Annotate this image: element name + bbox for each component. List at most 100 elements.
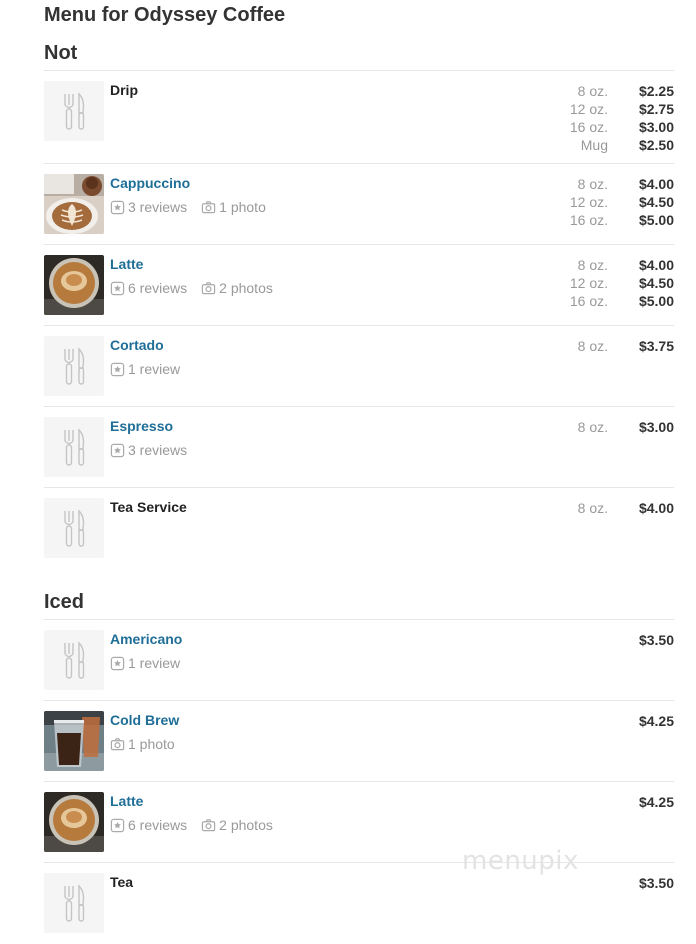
utensils-icon bbox=[44, 81, 104, 141]
price-row: 8 oz. $4.00 bbox=[544, 256, 674, 274]
camera-icon bbox=[201, 818, 216, 831]
item-name[interactable]: Americano bbox=[110, 631, 182, 647]
price-size: 12 oz. bbox=[569, 194, 608, 210]
price-value: $2.25 bbox=[638, 83, 674, 99]
item-prices: 8 oz. $4.00 bbox=[544, 499, 674, 517]
item-name[interactable]: Cortado bbox=[110, 337, 164, 353]
item-meta: 1 review bbox=[110, 361, 194, 377]
utensils-icon bbox=[44, 873, 104, 933]
menu-item-cappuccino: Cappuccino 3 reviews 1 photo 8 oz. $4.00 12 o… bbox=[44, 163, 674, 244]
price-value: $2.50 bbox=[638, 137, 674, 153]
reviews-link[interactable]: 6 reviews bbox=[110, 280, 187, 296]
item-name[interactable]: Latte bbox=[110, 256, 143, 272]
price-row: $3.50 bbox=[544, 631, 674, 649]
photos-link[interactable]: 1 photo bbox=[201, 199, 266, 215]
item-name: Drip bbox=[110, 82, 138, 98]
item-prices: $4.25 bbox=[544, 712, 674, 730]
item-name[interactable]: Cold Brew bbox=[110, 712, 179, 728]
reviews-link[interactable]: 6 reviews bbox=[110, 817, 187, 833]
reviews-count: 6 reviews bbox=[128, 280, 188, 296]
reviews-link[interactable]: 1 review bbox=[110, 655, 180, 671]
menu-item-latte: Latte 6 reviews 2 photos $4.25 bbox=[44, 781, 674, 862]
item-prices: $3.50 bbox=[544, 631, 674, 649]
star-badge-icon bbox=[110, 281, 125, 295]
price-row: 8 oz. $4.00 bbox=[544, 175, 674, 193]
item-name[interactable]: Espresso bbox=[110, 418, 173, 434]
price-value: $4.00 bbox=[638, 176, 674, 192]
price-value: $3.50 bbox=[638, 875, 674, 891]
price-row: 16 oz. $5.00 bbox=[544, 211, 674, 229]
utensils-icon bbox=[44, 630, 104, 690]
latte-photo bbox=[44, 255, 104, 315]
item-photo[interactable] bbox=[44, 174, 104, 234]
menu-item-drip: Drip 8 oz. $2.25 12 oz. $2.75 16 oz. $3.00 Mug $… bbox=[44, 70, 674, 163]
price-row: Mug $2.50 bbox=[544, 136, 674, 154]
reviews-link[interactable]: 1 review bbox=[110, 361, 180, 377]
reviews-count: 3 reviews bbox=[128, 199, 188, 215]
photos-link[interactable]: 2 photos bbox=[201, 817, 273, 833]
menu-section-not: Not Drip 8 oz. $2.25 12 oz. $2.75 16 oz. $3.00 M… bbox=[44, 41, 674, 568]
page-title: Menu for Odyssey Coffee bbox=[44, 4, 286, 26]
price-row: 8 oz. $3.75 bbox=[544, 337, 674, 355]
menu-section-iced: Iced Americano 1 review $3.50 Cold Brew 1 pho… bbox=[44, 590, 674, 943]
reviews-link[interactable]: 3 reviews bbox=[110, 442, 187, 458]
price-value: $3.50 bbox=[638, 632, 674, 648]
price-size: 16 oz. bbox=[569, 293, 608, 309]
utensils-icon bbox=[44, 498, 104, 558]
item-photo[interactable] bbox=[44, 255, 104, 315]
price-size: 8 oz. bbox=[577, 83, 608, 99]
price-value: $5.00 bbox=[638, 212, 674, 228]
star-badge-icon bbox=[110, 443, 125, 457]
item-meta: 6 reviews 2 photos bbox=[110, 280, 287, 296]
price-value: $4.00 bbox=[638, 500, 674, 516]
price-value: $5.00 bbox=[638, 293, 674, 309]
item-name[interactable]: Cappuccino bbox=[110, 175, 190, 191]
reviews-count: 1 review bbox=[128, 655, 181, 671]
price-row: 8 oz. $4.00 bbox=[544, 499, 674, 517]
item-name: Tea Service bbox=[110, 499, 187, 515]
menu-item-cortado: Cortado 1 review 8 oz. $3.75 bbox=[44, 325, 674, 406]
item-image-placeholder bbox=[44, 417, 104, 477]
reviews-link[interactable]: 3 reviews bbox=[110, 199, 187, 215]
item-photo[interactable] bbox=[44, 792, 104, 852]
item-prices: $4.25 bbox=[544, 793, 674, 811]
reviews-count: 1 review bbox=[128, 361, 181, 377]
price-value: $3.00 bbox=[638, 419, 674, 435]
price-value: $4.00 bbox=[638, 257, 674, 273]
price-value: $2.75 bbox=[638, 101, 674, 117]
price-value: $4.50 bbox=[638, 194, 674, 210]
price-size: 12 oz. bbox=[569, 101, 608, 117]
utensils-icon bbox=[44, 417, 104, 477]
item-meta: 1 photo bbox=[110, 736, 189, 752]
item-prices: $3.50 bbox=[544, 874, 674, 892]
item-prices: 8 oz. $2.25 12 oz. $2.75 16 oz. $3.00 Mug $2.50 bbox=[544, 82, 674, 154]
price-size: 16 oz. bbox=[569, 212, 608, 228]
camera-icon bbox=[201, 281, 216, 294]
item-name[interactable]: Latte bbox=[110, 793, 143, 809]
item-photo[interactable] bbox=[44, 711, 104, 771]
item-image-placeholder bbox=[44, 336, 104, 396]
price-size bbox=[544, 631, 614, 649]
price-size: 8 oz. bbox=[577, 257, 608, 273]
price-value: $4.25 bbox=[638, 794, 674, 810]
price-row: 16 oz. $5.00 bbox=[544, 292, 674, 310]
photos-link[interactable]: 2 photos bbox=[201, 280, 273, 296]
item-image-placeholder bbox=[44, 498, 104, 558]
photos-count: 1 photo bbox=[128, 736, 175, 752]
price-size bbox=[544, 712, 614, 730]
photos-count: 1 photo bbox=[219, 199, 266, 215]
price-size: 8 oz. bbox=[577, 338, 608, 354]
item-prices: 8 oz. $4.00 12 oz. $4.50 16 oz. $5.00 bbox=[544, 175, 674, 229]
menu-item-espresso: Espresso 3 reviews 8 oz. $3.00 bbox=[44, 406, 674, 487]
price-row: 8 oz. $2.25 bbox=[544, 82, 674, 100]
item-prices: 8 oz. $3.75 bbox=[544, 337, 674, 355]
menu-item-tea-service: Tea Service 8 oz. $4.00 bbox=[44, 487, 674, 568]
menupix-watermark: menupix bbox=[462, 846, 579, 876]
price-row: 12 oz. $4.50 bbox=[544, 193, 674, 211]
price-row: 8 oz. $3.00 bbox=[544, 418, 674, 436]
price-row: $4.25 bbox=[544, 712, 674, 730]
item-image-placeholder bbox=[44, 81, 104, 141]
photos-link[interactable]: 1 photo bbox=[110, 736, 175, 752]
price-size: 8 oz. bbox=[577, 500, 608, 516]
price-value: $3.75 bbox=[638, 338, 674, 354]
